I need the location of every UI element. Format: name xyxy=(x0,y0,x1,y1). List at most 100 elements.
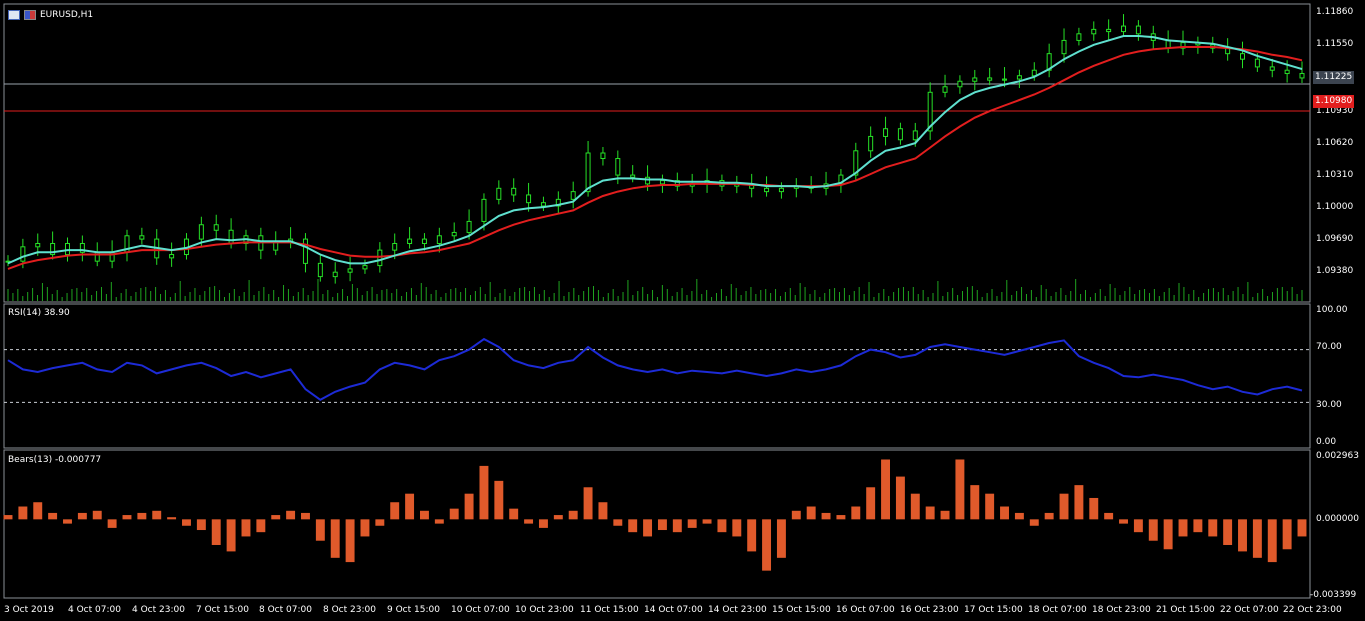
symbol-header: EURUSD,H1 xyxy=(8,10,93,20)
chart-svg[interactable] xyxy=(0,0,1365,621)
bears-bar xyxy=(1178,519,1188,537)
bears-bar xyxy=(1208,519,1218,537)
bears-bar xyxy=(211,519,221,545)
candle-body xyxy=(1031,69,1037,77)
candle-body xyxy=(570,191,576,200)
bears-bar xyxy=(1014,512,1024,520)
candle-body xyxy=(1254,58,1260,68)
bears-bar xyxy=(1000,506,1009,520)
bears-bar xyxy=(241,519,251,537)
bears-bar xyxy=(405,493,415,520)
candle-body xyxy=(421,238,427,245)
candle-body xyxy=(764,187,770,193)
bears-bar xyxy=(152,510,162,520)
bears-bar xyxy=(1074,485,1084,520)
time-tick: 3 Oct 2019 xyxy=(4,605,54,615)
bears-bar xyxy=(776,519,786,558)
symbol-label: EURUSD,H1 xyxy=(40,10,94,20)
bears-bar xyxy=(851,506,861,520)
candle-body xyxy=(1269,66,1275,71)
time-tick: 18 Oct 23:00 xyxy=(1092,605,1151,615)
bears-bar xyxy=(628,519,638,533)
bears-bar xyxy=(598,502,608,520)
candle-body xyxy=(540,202,546,207)
bears-bar xyxy=(1119,519,1128,524)
bears-bar xyxy=(390,502,400,520)
price-tick: 1.10310 xyxy=(1316,170,1354,180)
bears-bar xyxy=(1044,512,1054,520)
bears-bar xyxy=(1148,519,1158,541)
candle-body xyxy=(228,229,234,245)
level-price-tag[interactable]: 1.10980 xyxy=(1313,95,1355,108)
time-tick: 17 Oct 15:00 xyxy=(964,605,1023,615)
time-tick: 7 Oct 15:00 xyxy=(196,605,249,615)
time-tick: 10 Oct 23:00 xyxy=(515,605,574,615)
candle-body xyxy=(169,254,175,259)
time-tick: 14 Oct 07:00 xyxy=(644,605,703,615)
candle-body xyxy=(1076,33,1082,41)
bears-bar xyxy=(182,519,191,526)
candle-body xyxy=(1240,53,1246,60)
bears-bar xyxy=(672,519,682,533)
candle-body xyxy=(645,176,651,185)
bears-bar xyxy=(1163,519,1173,550)
bears-bar xyxy=(1238,519,1247,552)
bears-bar xyxy=(77,512,87,520)
bears-bar xyxy=(256,519,266,533)
bears-tick: 0.002963 xyxy=(1316,451,1359,461)
bears-bar xyxy=(895,476,905,520)
candle-body xyxy=(64,243,70,256)
bears-bar xyxy=(583,487,593,520)
bears-bar xyxy=(762,519,772,571)
candle-body xyxy=(198,224,204,240)
bears-bar xyxy=(33,502,43,520)
candle-body xyxy=(302,238,308,264)
bears-bar xyxy=(524,519,534,524)
bears-bar xyxy=(494,480,504,520)
bears-bar xyxy=(449,508,459,520)
candle-body xyxy=(511,187,517,196)
time-tick: 4 Oct 23:00 xyxy=(132,605,185,615)
candle-body xyxy=(362,265,368,270)
time-tick: 21 Oct 15:00 xyxy=(1156,605,1215,615)
bears-bar xyxy=(791,510,801,520)
bears-bar xyxy=(955,459,965,520)
pane-frame xyxy=(3,303,1311,449)
candle-body xyxy=(496,187,502,200)
bears-bar xyxy=(1104,512,1114,520)
time-tick: 22 Oct 23:00 xyxy=(1283,605,1342,615)
candle-body xyxy=(972,77,978,82)
time-tick: 4 Oct 07:00 xyxy=(68,605,121,615)
candle-body xyxy=(1061,39,1067,55)
bears-bar xyxy=(286,510,296,520)
window-list-icon[interactable] xyxy=(8,10,20,20)
bears-bar xyxy=(137,512,147,520)
bears-bar xyxy=(538,519,548,528)
price-tick: 1.09690 xyxy=(1316,234,1354,244)
bears-bar xyxy=(464,493,474,520)
bears-bar xyxy=(1223,519,1233,545)
candle-body xyxy=(451,231,457,237)
time-tick: 16 Oct 23:00 xyxy=(900,605,959,615)
time-tick: 9 Oct 15:00 xyxy=(387,605,440,615)
bears-bar xyxy=(18,506,28,520)
candle-body xyxy=(436,235,442,245)
rsi-label: RSI(14) 38.90 xyxy=(8,308,70,318)
candle-body xyxy=(912,130,918,141)
bears-bar xyxy=(806,506,816,520)
rsi-line xyxy=(7,337,1303,401)
bears-bar xyxy=(643,519,653,537)
candle-body xyxy=(407,238,413,245)
bears-bar xyxy=(866,487,876,520)
bears-bar xyxy=(92,510,102,520)
bears-tick: 0.000000 xyxy=(1316,514,1359,524)
candle-body xyxy=(1091,28,1097,35)
candle-body xyxy=(392,243,398,251)
bears-bar xyxy=(970,485,980,520)
candle-body xyxy=(987,77,993,81)
bears-bar xyxy=(360,519,370,537)
rsi-tick: 100.00 xyxy=(1316,305,1348,315)
candle-body xyxy=(600,152,606,160)
bears-bar xyxy=(63,519,72,524)
candle-body xyxy=(1165,39,1171,49)
